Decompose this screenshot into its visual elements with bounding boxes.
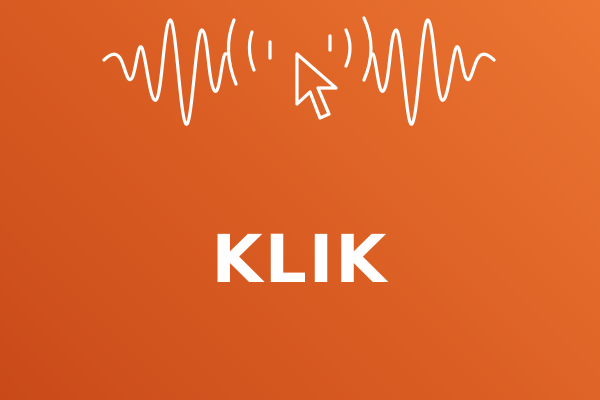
signal-arc-left-outer (226, 18, 238, 86)
cursor-icon (295, 52, 338, 120)
podcast-title: KLIK (211, 221, 389, 298)
sound-wave-cursor-icon (102, 16, 496, 126)
sound-wave-left (102, 18, 228, 126)
sound-wave-right (370, 18, 496, 126)
signal-arc-right-outer (362, 16, 373, 82)
signal-arc-right-inner (344, 28, 352, 68)
podcast-cover: KLIK (0, 0, 600, 400)
signal-arc-left-inner (247, 30, 256, 72)
